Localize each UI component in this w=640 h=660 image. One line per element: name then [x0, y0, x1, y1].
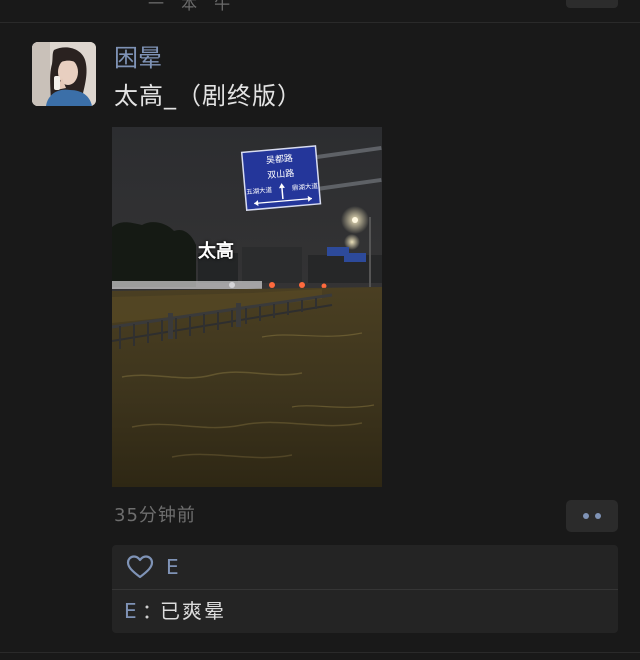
- previous-post-more-button[interactable]: [566, 0, 618, 8]
- likes-comments-panel: E E ： 已爽晕: [112, 545, 618, 633]
- previous-post-text: 一 本 牛: [148, 0, 237, 13]
- avatar-image: [32, 42, 96, 106]
- more-dot-icon: [583, 513, 589, 519]
- post-timestamp: 35分钟前: [114, 505, 196, 526]
- post-photo[interactable]: 吴都路 双山路 五湖大道 鼎湖大道 太高: [112, 127, 382, 487]
- flooded-street-photo: 吴都路 双山路 五湖大道 鼎湖大道: [112, 127, 382, 487]
- likes-row: E: [112, 545, 618, 590]
- author-name[interactable]: 困晕: [114, 42, 162, 74]
- comment-text: 已爽晕: [160, 599, 226, 623]
- previous-post-remnant: 一 本 牛: [0, 0, 640, 23]
- more-actions-button[interactable]: [566, 500, 618, 532]
- moments-feed: 一 本 牛 困晕 太高_（剧终版） 吴都路 双山路 五湖大道 鼎湖大道 太高 3…: [0, 0, 640, 660]
- liker-name[interactable]: E: [166, 553, 179, 581]
- post-content: 太高_（剧终版）: [114, 82, 302, 110]
- more-dot-icon: [595, 513, 601, 519]
- comment-author[interactable]: E: [124, 596, 137, 626]
- comment-item[interactable]: E ： 已爽晕: [112, 590, 618, 633]
- divider: [0, 652, 640, 653]
- avatar[interactable]: [32, 42, 96, 106]
- photo-caption: 太高: [198, 241, 234, 262]
- heart-outline-icon: [126, 555, 154, 579]
- comment-separator: ：: [142, 599, 162, 623]
